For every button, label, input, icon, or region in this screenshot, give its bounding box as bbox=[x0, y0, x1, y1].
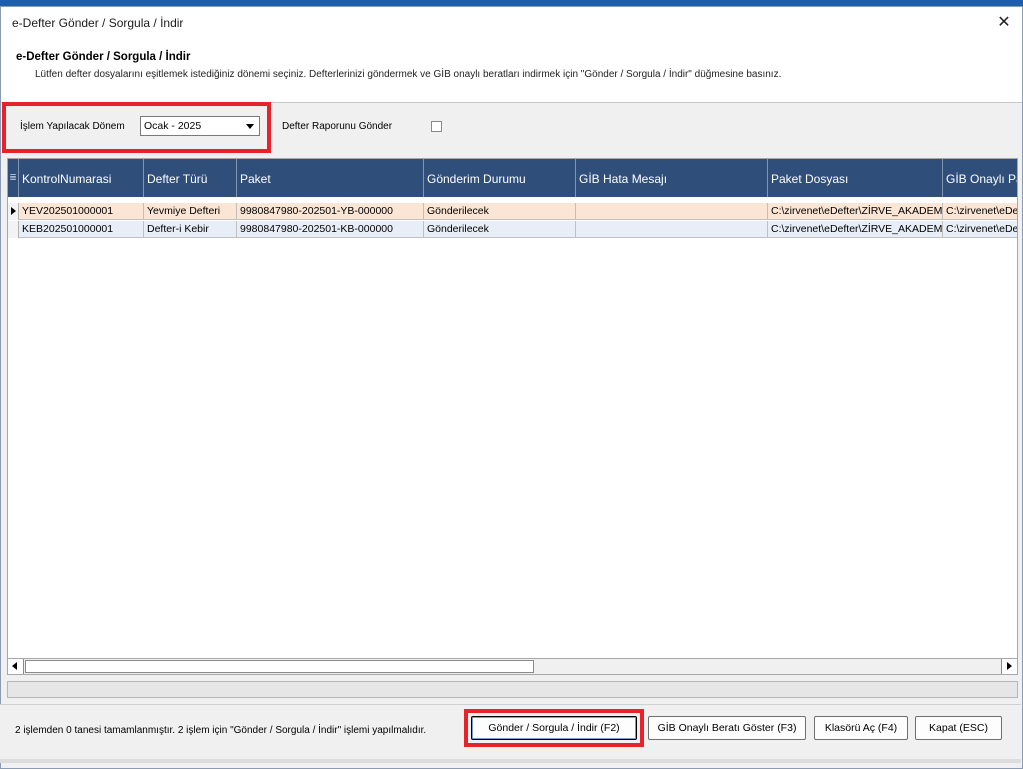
scroll-left-icon[interactable] bbox=[8, 659, 24, 674]
progress-bar bbox=[7, 681, 1018, 698]
report-checkbox[interactable] bbox=[431, 121, 442, 132]
col-header-paket-dosyasi[interactable]: Paket Dosyası bbox=[768, 159, 943, 197]
scroll-right-icon[interactable] bbox=[1001, 659, 1017, 674]
scrollbar-thumb[interactable] bbox=[25, 660, 534, 673]
show-berat-button[interactable]: GİB Onaylı Beratı Göster (F3) bbox=[648, 716, 806, 740]
cell-defter-turu[interactable]: Defter-i Kebir bbox=[144, 221, 237, 238]
window-bottom-strip bbox=[0, 759, 1021, 763]
header-title: e-Defter Gönder / Sorgula / İndir bbox=[16, 51, 191, 63]
cell-gib-onayli[interactable]: C:\zirvenet\eDefter bbox=[943, 203, 1017, 220]
cell-hata[interactable] bbox=[576, 221, 768, 238]
col-header-hata[interactable]: GİB Hata Mesajı bbox=[576, 159, 768, 197]
current-row-icon bbox=[11, 207, 16, 215]
cell-paket-dosyasi[interactable]: C:\zirvenet\eDefter\ZİRVE_AKADEMİ bbox=[768, 203, 943, 220]
col-header-paket[interactable]: Paket bbox=[237, 159, 424, 197]
cell-gib-onayli[interactable]: C:\zirvenet\eDefter bbox=[943, 221, 1017, 238]
dialog-header: e-Defter Gönder / Sorgula / İndir Lütfen… bbox=[1, 40, 1022, 103]
cell-kontrol[interactable]: KEB202501000001 bbox=[19, 221, 144, 238]
title-bar: e-Defter Gönder / Sorgula / İndir ✕ bbox=[1, 7, 1022, 40]
cell-gonderim[interactable]: Gönderilecek bbox=[424, 203, 576, 220]
status-text: 2 işlemden 0 tanesi tamamlanmıştır. 2 iş… bbox=[15, 725, 427, 736]
report-label: Defter Raporunu Gönder bbox=[282, 121, 393, 132]
defter-grid[interactable]: ≣ KontrolNumarasi Defter Türü Paket Gönd… bbox=[7, 158, 1018, 671]
cell-paket[interactable]: 9980847980-202501-YB-000000 bbox=[237, 203, 424, 220]
cell-hata[interactable] bbox=[576, 203, 768, 220]
col-header-gib-onayli[interactable]: GİB Onaylı Pa bbox=[943, 159, 1017, 197]
period-combobox[interactable]: Ocak - 2025 bbox=[140, 116, 260, 136]
cell-paket-dosyasi[interactable]: C:\zirvenet\eDefter\ZİRVE_AKADEMİ bbox=[768, 221, 943, 238]
period-label: İşlem Yapılacak Dönem bbox=[20, 121, 125, 132]
window-title: e-Defter Gönder / Sorgula / İndir bbox=[12, 16, 184, 30]
row-indicator bbox=[8, 203, 19, 220]
table-row[interactable]: YEV202501000001 Yevmiye Defteri 99808479… bbox=[8, 203, 1017, 220]
horizontal-scrollbar[interactable] bbox=[7, 658, 1018, 675]
cell-defter-turu[interactable]: Yevmiye Defteri bbox=[144, 203, 237, 220]
cell-gonderim[interactable]: Gönderilecek bbox=[424, 221, 576, 238]
header-description: Lütfen defter dosyalarını eşitlemek iste… bbox=[35, 69, 782, 80]
col-header-defter-turu[interactable]: Defter Türü bbox=[144, 159, 237, 197]
grid-header: ≣ KontrolNumarasi Defter Türü Paket Gönd… bbox=[8, 159, 1017, 197]
col-header-gonderim[interactable]: Gönderim Durumu bbox=[424, 159, 576, 197]
send-query-download-button[interactable]: Gönder / Sorgula / İndir (F2) bbox=[471, 716, 637, 740]
open-folder-button[interactable]: Klasörü Aç (F4) bbox=[814, 716, 908, 740]
close-icon[interactable]: ✕ bbox=[992, 11, 1016, 35]
chevron-down-icon[interactable] bbox=[246, 124, 254, 129]
column-chooser-icon[interactable]: ≣ bbox=[8, 159, 19, 197]
cell-kontrol[interactable]: YEV202501000001 bbox=[19, 203, 144, 220]
period-value: Ocak - 2025 bbox=[144, 120, 202, 132]
table-row[interactable]: KEB202501000001 Defter-i Kebir 998084798… bbox=[8, 221, 1017, 238]
row-indicator bbox=[8, 221, 19, 238]
close-button[interactable]: Kapat (ESC) bbox=[915, 716, 1002, 740]
cell-paket[interactable]: 9980847980-202501-KB-000000 bbox=[237, 221, 424, 238]
col-header-kontrol[interactable]: KontrolNumarasi bbox=[19, 159, 144, 197]
